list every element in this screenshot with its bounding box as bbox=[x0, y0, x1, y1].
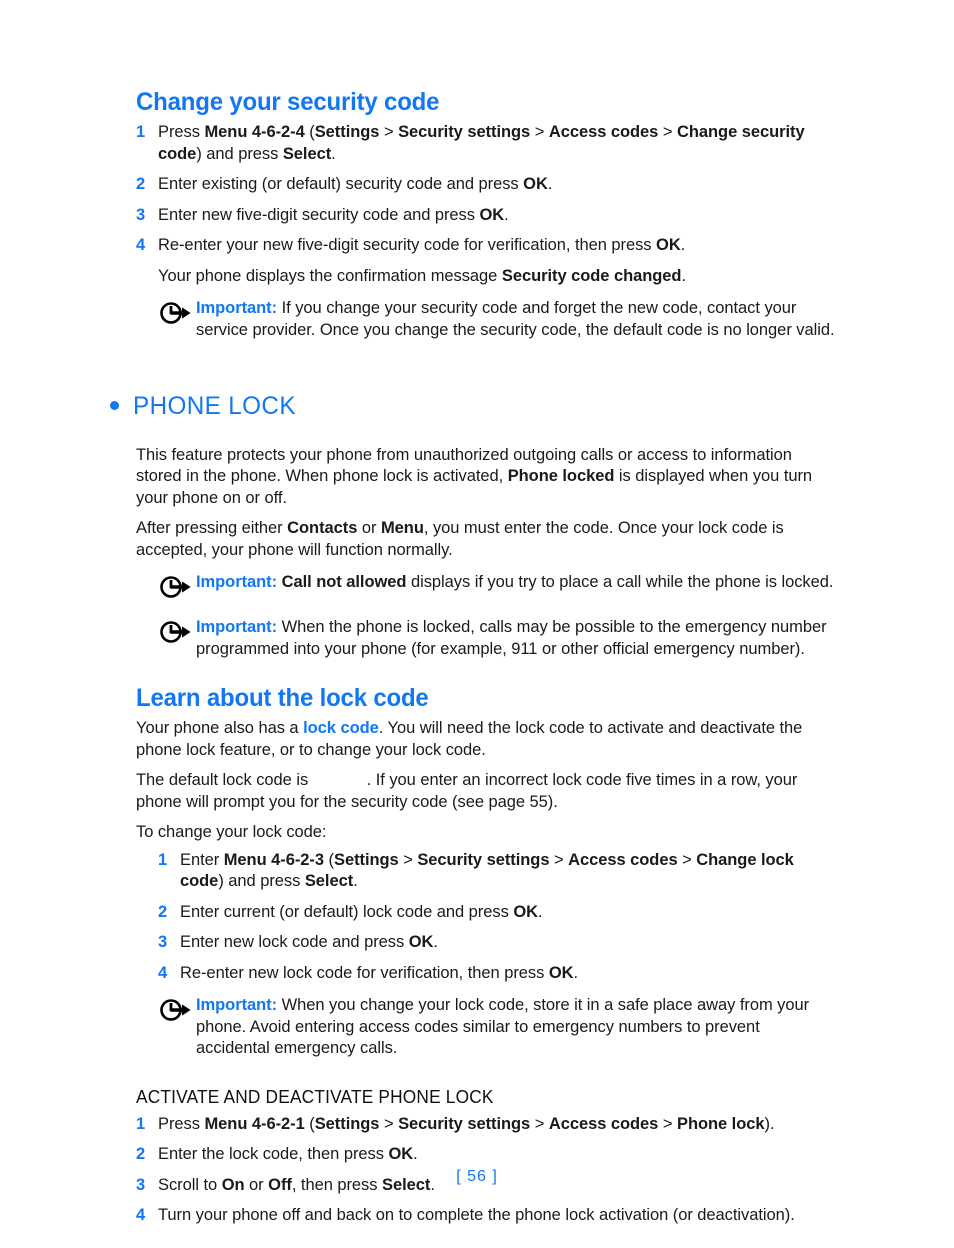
confirmation-message: Your phone displays the confirmation mes… bbox=[158, 266, 686, 285]
important-note-security-code: Important: If you change your security c… bbox=[158, 298, 836, 341]
manual-page: Change your security code 1 Press Menu 4-… bbox=[0, 0, 954, 1248]
step-number: 3 bbox=[136, 205, 146, 224]
step-item: 1 Press Menu 4-6-2-1 (Settings > Security… bbox=[136, 1114, 836, 1136]
step-item: 4 Re-enter new lock code for verification… bbox=[158, 963, 836, 985]
step-number: 2 bbox=[158, 902, 168, 921]
important-note-text: Important: Call not allowed displays if … bbox=[196, 573, 834, 591]
bold-run: OK bbox=[408, 933, 434, 951]
step-number: 4 bbox=[136, 1206, 146, 1224]
bold-run: Select bbox=[282, 144, 332, 163]
step-item: 2 Enter existing (or default) security co… bbox=[136, 174, 836, 196]
step-item: 3 Enter new lock code and press OK. bbox=[158, 932, 836, 954]
step-text: Enter new lock code and press OK. bbox=[180, 933, 438, 951]
step-item: 2 Enter current (or default) lock code an… bbox=[158, 902, 836, 924]
note-arrow-circle-icon bbox=[158, 574, 192, 600]
step-text: Enter current (or default) lock code and… bbox=[180, 902, 543, 921]
phone-lock-paragraph-2: After pressing either Contacts or Menu, … bbox=[136, 519, 784, 559]
step-text: Re-enter new lock code for verification,… bbox=[180, 963, 579, 982]
heading-activate-and-deactivate-phone-lock: ACTIVATE AND DEACTIVATE PHONE LOCK bbox=[136, 1086, 494, 1107]
bold-run: OK bbox=[513, 902, 538, 921]
step-text: Enter new five-digit security code and p… bbox=[158, 205, 509, 224]
steps-change-lock-code: 1 Enter Menu 4-6-2-3 (Settings > Security… bbox=[158, 850, 836, 985]
note-arrow-circle-icon bbox=[158, 300, 192, 326]
bold-run: Security settings bbox=[398, 1114, 531, 1133]
inline-term-lock-code: lock code bbox=[303, 719, 379, 737]
step-text: Turn your phone off and back on to compl… bbox=[158, 1206, 795, 1224]
lock-code-paragraph-1: Your phone also has a lock code. You wil… bbox=[136, 719, 803, 759]
step-text: Enter existing (or default) security cod… bbox=[158, 175, 553, 193]
step-number: 2 bbox=[136, 1145, 146, 1163]
bold-run: Select bbox=[304, 872, 354, 890]
step-item: 2 Enter the lock code, then press OK. bbox=[136, 1144, 836, 1166]
section-bullet-icon bbox=[110, 401, 119, 411]
bold-run: OK bbox=[479, 205, 505, 224]
important-note-emergency-number: Important: When the phone is locked, cal… bbox=[158, 617, 836, 660]
important-label: Important: bbox=[196, 299, 278, 317]
step-number: 2 bbox=[136, 175, 146, 193]
important-label: Important: bbox=[196, 996, 278, 1014]
important-label: Important: bbox=[196, 573, 278, 591]
step-number: 1 bbox=[158, 850, 168, 869]
step-item: 1 Enter Menu 4-6-2-3 (Settings > Security… bbox=[158, 850, 836, 893]
lock-code-paragraph-2: The default lock code is . If you enter … bbox=[136, 771, 798, 811]
heading-phone-lock-row: PHONE LOCK bbox=[110, 375, 836, 437]
step-text: Press Menu 4-6-2-4 (Settings > Security … bbox=[158, 123, 805, 163]
bold-run: Access codes bbox=[548, 1114, 659, 1133]
bold-run: Menu 4-6-2-1 bbox=[204, 1114, 305, 1133]
step-text: Enter Menu 4-6-2-3 (Settings > Security … bbox=[180, 850, 794, 891]
steps-change-security-code: 1 Press Menu 4-6-2-4 (Settings > Security… bbox=[136, 122, 836, 257]
important-note-text: Important: When the phone is locked, cal… bbox=[196, 618, 827, 658]
step-number: 1 bbox=[136, 1114, 146, 1133]
bold-run: OK bbox=[388, 1145, 414, 1163]
lock-code-paragraph-3: To change your lock code: bbox=[136, 823, 327, 841]
bold-run: Settings bbox=[333, 850, 399, 869]
step-number: 4 bbox=[158, 963, 168, 982]
important-note-text: Important: If you change your security c… bbox=[196, 299, 835, 339]
important-note-text: Important: When you change your lock cod… bbox=[196, 996, 810, 1057]
important-note-call-not-allowed: Important: Call not allowed displays if … bbox=[158, 572, 836, 606]
bold-run: Call not allowed bbox=[281, 573, 407, 591]
step-text: Enter the lock code, then press OK. bbox=[158, 1145, 418, 1163]
heading-change-your-security-code: Change your security code bbox=[136, 88, 440, 116]
bold-run: OK bbox=[548, 963, 574, 982]
important-note-store-lock-code: Important: When you change your lock cod… bbox=[158, 995, 836, 1060]
bold-run: Menu 4-6-2-3 bbox=[223, 850, 324, 869]
bold-run: Access codes bbox=[548, 123, 659, 141]
step-number: 1 bbox=[136, 123, 146, 141]
bold-run: Security settings bbox=[398, 123, 531, 141]
step-item: 4 Turn your phone off and back on to comp… bbox=[136, 1205, 836, 1227]
bold-run: Settings bbox=[314, 1114, 380, 1133]
important-label: Important: bbox=[196, 618, 278, 636]
step-item: 3 Enter new five-digit security code and … bbox=[136, 205, 836, 227]
step-text: Press Menu 4-6-2-1 (Settings > Security … bbox=[158, 1114, 775, 1133]
bold-run: OK bbox=[523, 175, 548, 193]
note-arrow-circle-icon bbox=[158, 619, 192, 645]
bold-run: Access codes bbox=[568, 850, 678, 869]
bold-run: Menu 4-6-2-4 bbox=[204, 123, 305, 141]
bold-run: Phone lock bbox=[676, 1114, 765, 1133]
heading-phone-lock: PHONE LOCK bbox=[133, 391, 296, 420]
step-item: 1 Press Menu 4-6-2-4 (Settings > Security… bbox=[136, 122, 836, 165]
heading-learn-about-the-lock-code: Learn about the lock code bbox=[136, 684, 429, 712]
step-text: Re-enter your new five-digit security co… bbox=[158, 236, 686, 254]
page-content: Change your security code 1 Press Menu 4-… bbox=[110, 88, 836, 1227]
phone-lock-paragraph-1: This feature protects your phone from un… bbox=[136, 445, 813, 507]
step-number: 4 bbox=[136, 236, 146, 254]
bold-run: Settings bbox=[314, 123, 380, 141]
bold-run: OK bbox=[656, 236, 681, 254]
bold-run: Menu bbox=[380, 519, 424, 537]
step-number: 3 bbox=[158, 933, 168, 951]
note-arrow-circle-icon bbox=[158, 997, 192, 1023]
bold-run: Phone locked bbox=[507, 467, 615, 485]
bold-run: Security settings bbox=[417, 850, 550, 869]
bold-run: Security code changed bbox=[501, 266, 682, 285]
bold-run: Contacts bbox=[287, 519, 358, 537]
page-number: [ 56 ] bbox=[456, 1168, 498, 1185]
step-item: 4 Re-enter your new five-digit security c… bbox=[136, 235, 836, 257]
